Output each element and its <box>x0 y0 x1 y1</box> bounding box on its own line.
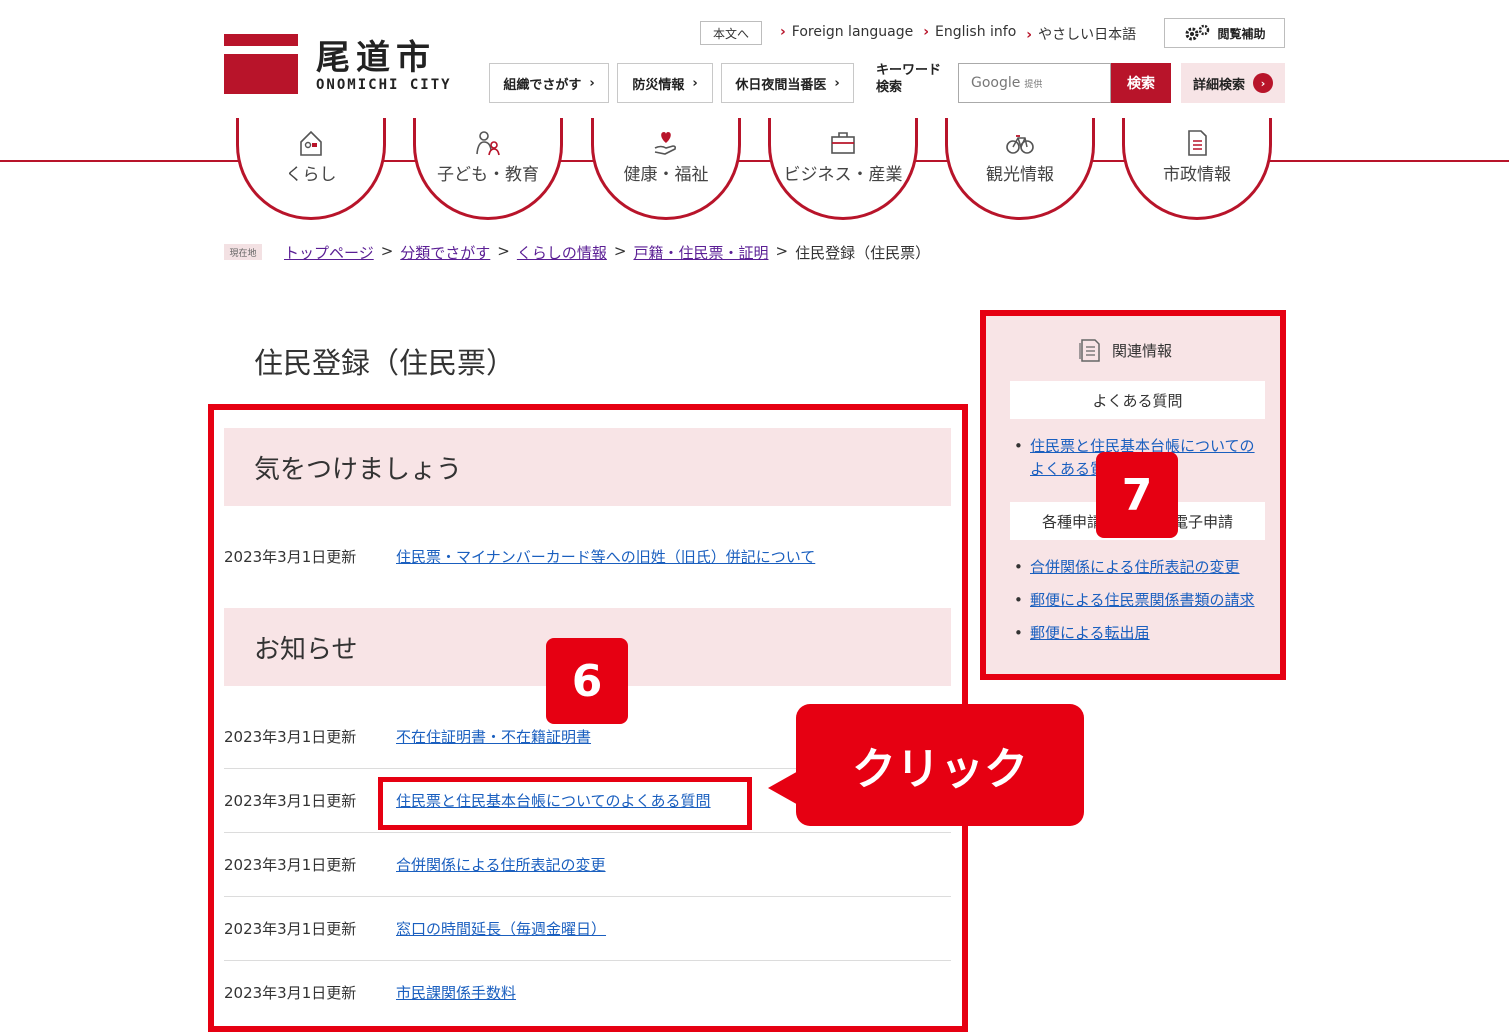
breadcrumb-living-info[interactable]: くらしの情報 <box>517 242 607 263</box>
heart-hand-icon <box>654 132 677 155</box>
breadcrumb-family-register[interactable]: 戸籍・住民票・証明 <box>633 242 768 263</box>
annotation-badge-6: 6 <box>546 638 628 724</box>
house-icon <box>300 130 322 156</box>
easy-japanese-link[interactable]: › やさしい日本語 <box>1026 24 1136 44</box>
global-nav-health-welfare[interactable]: 健康・福祉 <box>591 118 741 220</box>
global-nav-business-industry[interactable]: ビジネス・産業 <box>768 118 918 220</box>
city-logo-text[interactable]: 尾道市 <box>316 30 436 79</box>
city-logo-mark[interactable] <box>224 34 298 94</box>
breadcrumb: トップページ > 分類でさがす > くらしの情報 > 戸籍・住民票・証明 > 住… <box>284 242 930 263</box>
annotation-badge-7: 7 <box>1096 452 1178 538</box>
briefcase-icon <box>831 132 855 154</box>
global-nav-city-government[interactable]: 市政情報 <box>1122 118 1272 220</box>
annotation-box-faq-link <box>378 777 752 830</box>
chevron-right-icon: › <box>1253 73 1273 93</box>
document-icon <box>1188 130 1207 156</box>
skip-to-content-link[interactable]: 本文へ <box>700 21 762 45</box>
page-title: 住民登録（住民票） <box>254 346 516 380</box>
breadcrumb-separator: > <box>613 242 627 260</box>
city-logo-english[interactable]: ONOMICHI CITY <box>316 77 452 93</box>
breadcrumb-tag: 現在地 <box>224 244 262 260</box>
foreign-language-link[interactable]: › Foreign language <box>780 24 913 44</box>
breadcrumb-separator: > <box>380 242 394 260</box>
search-button[interactable]: 検索 <box>1111 63 1171 103</box>
keyword-search-label: キーワード 検索 <box>876 63 942 95</box>
breadcrumb-separator: > <box>775 242 789 260</box>
global-nav-children-education[interactable]: 子ども・教育 <box>413 118 563 220</box>
browsing-assist-button[interactable]: 閲覧補助 <box>1164 18 1285 48</box>
breadcrumb-separator: > <box>497 242 510 260</box>
chevron-right-icon: › <box>692 75 698 91</box>
search-input[interactable]: Google 提供 <box>958 63 1111 103</box>
bicycle-icon <box>1006 135 1034 154</box>
holiday-doctor-button[interactable]: 休日夜間当番医 › <box>721 63 854 103</box>
gear-icon <box>1185 24 1210 41</box>
parent-child-icon <box>476 131 500 156</box>
disaster-info-button[interactable]: 防災情報 › <box>617 63 713 103</box>
chevron-right-icon: › <box>923 24 930 40</box>
click-callout: クリック <box>796 704 1084 826</box>
search-by-organization-button[interactable]: 組織でさがす › <box>489 63 609 103</box>
global-nav-line <box>0 160 1509 162</box>
breadcrumb-top-page[interactable]: トップページ <box>284 242 374 263</box>
top-links: › Foreign language › English info › やさしい日本語 <box>780 24 1136 44</box>
global-nav-kurashi[interactable]: くらし <box>236 118 386 220</box>
english-info-link[interactable]: › English info <box>923 24 1016 44</box>
global-nav-tourism[interactable]: 観光情報 <box>945 118 1095 220</box>
chevron-right-icon: › <box>834 75 840 91</box>
advanced-search-button[interactable]: 詳細検索 › <box>1181 63 1285 103</box>
chevron-right-icon: › <box>1026 27 1033 43</box>
chevron-right-icon: › <box>780 24 786 40</box>
chevron-right-icon: › <box>589 75 595 91</box>
breadcrumb-by-category[interactable]: 分類でさがす <box>400 242 490 263</box>
breadcrumb-current: 住民登録（住民票） <box>795 244 931 262</box>
